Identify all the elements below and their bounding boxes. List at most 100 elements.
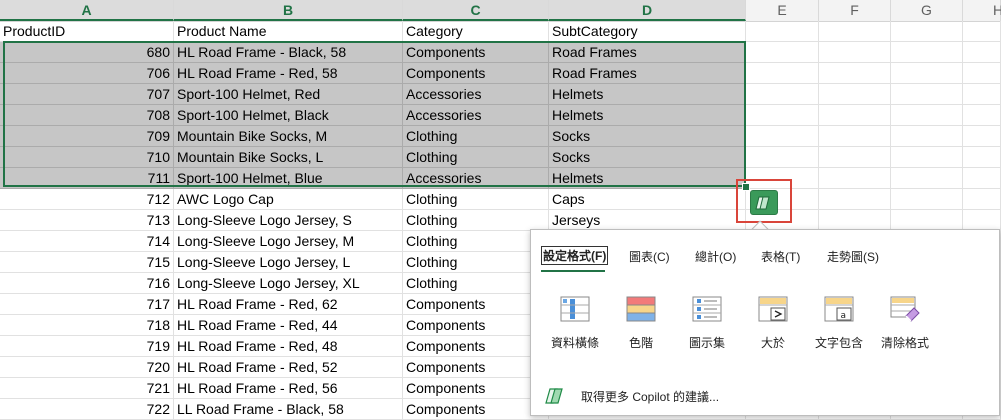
empty-cell[interactable] xyxy=(819,147,891,168)
table-cell[interactable]: Components xyxy=(403,336,549,357)
table-cell[interactable]: Road Frames xyxy=(549,63,746,84)
header-cell-subcategory[interactable]: SubtCategory xyxy=(549,21,746,42)
empty-cell[interactable] xyxy=(819,21,891,42)
table-cell[interactable]: 718 xyxy=(0,315,174,336)
table-cell[interactable]: Clothing xyxy=(403,231,549,252)
table-cell[interactable]: HL Road Frame - Black, 58 xyxy=(174,42,403,63)
copilot-button[interactable] xyxy=(750,190,778,215)
empty-cell[interactable] xyxy=(819,63,891,84)
column-header-c[interactable]: C xyxy=(403,0,549,21)
empty-cell[interactable] xyxy=(819,126,891,147)
column-header-a[interactable]: A xyxy=(0,0,174,21)
empty-cell[interactable] xyxy=(891,147,963,168)
empty-cell[interactable] xyxy=(891,105,963,126)
table-cell[interactable]: Jerseys xyxy=(549,210,746,231)
empty-cell[interactable] xyxy=(891,84,963,105)
table-cell[interactable]: Components xyxy=(403,315,549,336)
table-cell[interactable]: Long-Sleeve Logo Jersey, XL xyxy=(174,273,403,294)
table-cell[interactable]: Socks xyxy=(549,126,746,147)
column-header-g[interactable]: G xyxy=(891,0,963,21)
table-cell[interactable]: 719 xyxy=(0,336,174,357)
table-cell[interactable]: Clothing xyxy=(403,189,549,210)
table-cell[interactable]: Sport-100 Helmet, Black xyxy=(174,105,403,126)
tab-chart[interactable]: 圖表(C) xyxy=(629,248,670,265)
tool-icon-set[interactable]: 圖示集 xyxy=(677,296,737,351)
table-cell[interactable]: 717 xyxy=(0,294,174,315)
column-header-e[interactable]: E xyxy=(746,0,819,21)
empty-cell[interactable] xyxy=(746,42,819,63)
empty-cell[interactable] xyxy=(819,105,891,126)
tab-format[interactable]: 設定格式(F) xyxy=(541,246,609,265)
empty-cell[interactable] xyxy=(963,84,1001,105)
empty-cell[interactable] xyxy=(746,21,819,42)
table-cell[interactable]: HL Road Frame - Red, 48 xyxy=(174,336,403,357)
empty-cell[interactable] xyxy=(746,63,819,84)
table-cell[interactable]: Long-Sleeve Logo Jersey, S xyxy=(174,210,403,231)
empty-cell[interactable] xyxy=(819,189,891,210)
table-cell[interactable]: HL Road Frame - Red, 52 xyxy=(174,357,403,378)
table-cell[interactable]: 716 xyxy=(0,273,174,294)
table-cell[interactable]: 709 xyxy=(0,126,174,147)
table-cell[interactable]: Helmets xyxy=(549,168,746,189)
tab-table[interactable]: 表格(T) xyxy=(761,248,800,265)
table-cell[interactable]: Clothing xyxy=(403,273,549,294)
empty-cell[interactable] xyxy=(891,42,963,63)
column-header-d[interactable]: D xyxy=(549,0,746,21)
more-suggestions-link[interactable]: 取得更多 Copilot 的建議... xyxy=(545,386,719,406)
table-cell[interactable]: Socks xyxy=(549,147,746,168)
table-cell[interactable]: 721 xyxy=(0,378,174,399)
empty-cell[interactable] xyxy=(963,42,1001,63)
tool-color-scale[interactable]: 色階 xyxy=(611,296,671,351)
table-cell[interactable]: HL Road Frame - Red, 62 xyxy=(174,294,403,315)
empty-cell[interactable] xyxy=(963,105,1001,126)
empty-cell[interactable] xyxy=(891,210,963,231)
table-cell[interactable]: HL Road Frame - Red, 56 xyxy=(174,378,403,399)
table-cell[interactable]: 711 xyxy=(0,168,174,189)
table-cell[interactable]: 708 xyxy=(0,105,174,126)
table-cell[interactable]: Accessories xyxy=(403,84,549,105)
table-cell[interactable]: Accessories xyxy=(403,105,549,126)
table-cell[interactable]: 720 xyxy=(0,357,174,378)
empty-cell[interactable] xyxy=(963,168,1001,189)
empty-cell[interactable] xyxy=(819,168,891,189)
table-cell[interactable]: AWC Logo Cap xyxy=(174,189,403,210)
table-cell[interactable]: Clothing xyxy=(403,252,549,273)
table-cell[interactable]: Long-Sleeve Logo Jersey, M xyxy=(174,231,403,252)
tool-clear-format[interactable]: 清除格式 xyxy=(875,296,935,351)
empty-cell[interactable] xyxy=(891,189,963,210)
empty-cell[interactable] xyxy=(963,147,1001,168)
table-cell[interactable]: 714 xyxy=(0,231,174,252)
column-header-h[interactable]: H xyxy=(963,0,1001,21)
table-cell[interactable]: HL Road Frame - Red, 44 xyxy=(174,315,403,336)
empty-cell[interactable] xyxy=(891,168,963,189)
column-header-b[interactable]: B xyxy=(174,0,403,21)
table-cell[interactable]: Components xyxy=(403,42,549,63)
table-cell[interactable]: 715 xyxy=(0,252,174,273)
table-cell[interactable]: Components xyxy=(403,294,549,315)
empty-cell[interactable] xyxy=(891,126,963,147)
table-cell[interactable]: Accessories xyxy=(403,168,549,189)
empty-cell[interactable] xyxy=(963,210,1001,231)
empty-cell[interactable] xyxy=(963,126,1001,147)
tool-greater-than[interactable]: 大於 xyxy=(743,296,803,351)
empty-cell[interactable] xyxy=(819,210,891,231)
table-cell[interactable]: 680 xyxy=(0,42,174,63)
empty-cell[interactable] xyxy=(746,84,819,105)
table-cell[interactable]: Sport-100 Helmet, Red xyxy=(174,84,403,105)
table-cell[interactable]: Components xyxy=(403,378,549,399)
header-cell-productid[interactable]: ProductID xyxy=(0,21,174,42)
table-cell[interactable]: HL Road Frame - Red, 58 xyxy=(174,63,403,84)
table-cell[interactable]: Long-Sleeve Logo Jersey, L xyxy=(174,252,403,273)
table-cell[interactable]: Helmets xyxy=(549,105,746,126)
empty-cell[interactable] xyxy=(963,189,1001,210)
empty-cell[interactable] xyxy=(746,126,819,147)
table-cell[interactable]: Mountain Bike Socks, L xyxy=(174,147,403,168)
table-cell[interactable]: Helmets xyxy=(549,84,746,105)
empty-cell[interactable] xyxy=(819,84,891,105)
table-cell[interactable]: 707 xyxy=(0,84,174,105)
tab-totals[interactable]: 總計(O) xyxy=(695,248,736,265)
table-cell[interactable]: Caps xyxy=(549,189,746,210)
tool-data-bars[interactable]: 資料橫條 xyxy=(545,296,605,351)
table-cell[interactable]: Mountain Bike Socks, M xyxy=(174,126,403,147)
tab-sparklines[interactable]: 走勢圖(S) xyxy=(827,248,879,265)
